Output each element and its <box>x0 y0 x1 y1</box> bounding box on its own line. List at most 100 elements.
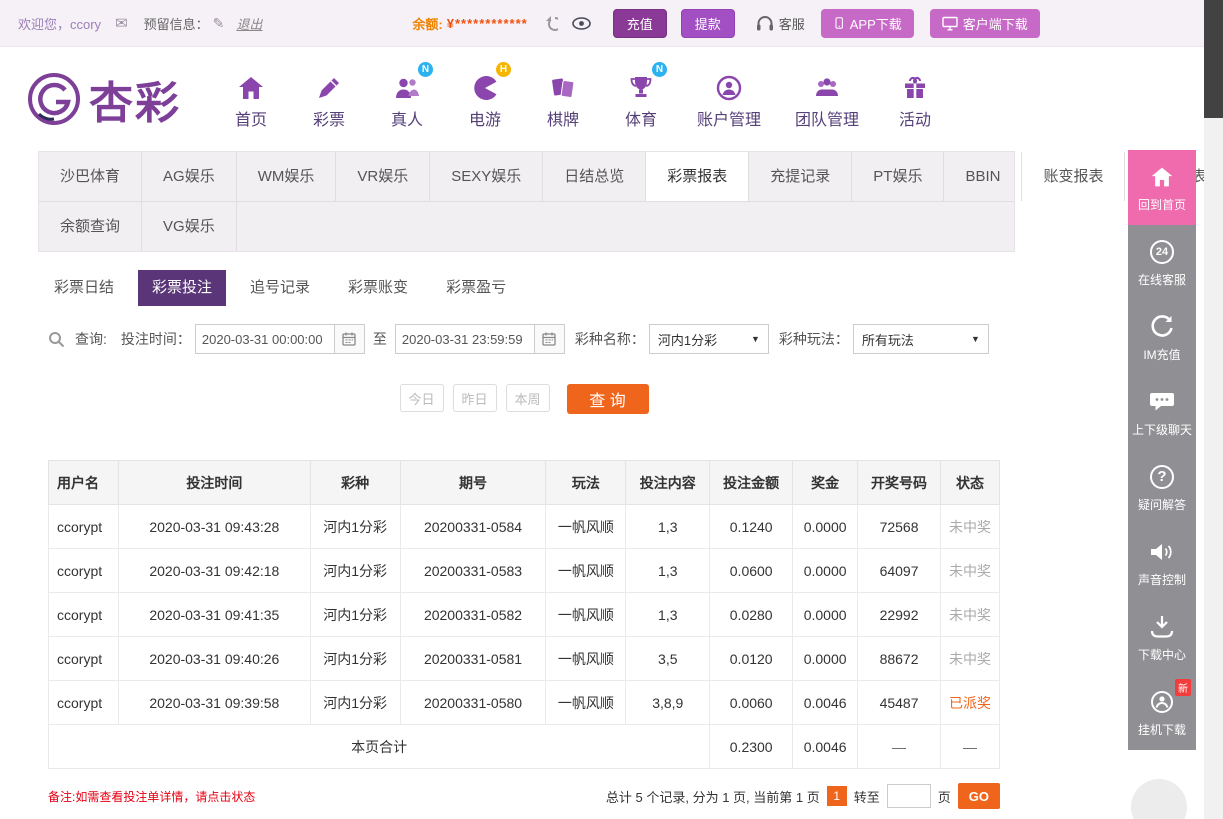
client-download-button[interactable]: 客户端下载 <box>929 8 1040 38</box>
nav-item-label: 体育 <box>624 112 657 129</box>
deposit-button[interactable]: 充值 <box>612 8 667 38</box>
subtab-lottery-account-change[interactable]: 彩票账变 <box>334 270 422 306</box>
lottery-select[interactable]: 河内1分彩 ▼ <box>648 324 769 354</box>
page-jump-input[interactable] <box>886 784 931 808</box>
cell-prize: 0.0000 <box>792 592 859 637</box>
reserved-info-label: 预留信息： <box>143 16 209 32</box>
sidebar-item-download-center[interactable]: 下载中心 <box>1128 600 1196 675</box>
this-week-button[interactable]: 本周 <box>505 384 550 412</box>
cell-status[interactable]: 未中奖 <box>940 548 1000 593</box>
nav-item-home[interactable]: 首页 <box>229 68 273 130</box>
cell-issue: 20200331-0583 <box>399 548 547 593</box>
go-button[interactable]: GO <box>957 783 1000 809</box>
summary-dash: — <box>857 724 942 769</box>
nav-item-team[interactable]: 团队管理 <box>795 68 859 130</box>
today-button[interactable]: 今日 <box>399 384 444 412</box>
edit-icon[interactable]: ✎ <box>213 15 225 32</box>
cell-bet-amount: 0.0600 <box>709 548 794 593</box>
cell-bet-amount: 0.0060 <box>709 680 794 725</box>
tab-daily-summary[interactable]: 日结总览 <box>543 152 647 201</box>
tab-balance-query[interactable]: 余额查询 <box>39 202 143 251</box>
tab-sexy[interactable]: SEXY娱乐 <box>430 152 544 201</box>
play-type-select[interactable]: 所有玩法 ▼ <box>852 324 989 354</box>
sidebar-item-label: 回到首页 <box>1137 197 1186 212</box>
sidebar-item-chat[interactable]: 上下级聊天 <box>1128 375 1196 450</box>
floating-widget <box>1131 779 1187 819</box>
nav-item-sports[interactable]: N 体育 <box>619 62 667 130</box>
yesterday-button[interactable]: 昨日 <box>452 384 497 412</box>
col-header-status: 状态 <box>940 460 1000 505</box>
scrollbar-track[interactable] <box>1204 0 1223 819</box>
cell-status[interactable]: 已派奖 <box>940 680 1000 725</box>
nav-item-live[interactable]: N 真人 <box>385 62 433 130</box>
tab-bbin[interactable]: BBIN <box>944 152 1023 201</box>
cell-play: 一帆风顺 <box>545 548 627 593</box>
tab-pt[interactable]: PT娱乐 <box>852 152 945 201</box>
cell-username: ccorypt <box>48 504 119 549</box>
cell-status[interactable]: 未中奖 <box>940 592 1000 637</box>
start-calendar-button[interactable] <box>334 324 365 354</box>
current-page-button[interactable]: 1 <box>826 786 847 806</box>
tab-shaba-sports[interactable]: 沙巴体育 <box>39 152 143 201</box>
cell-status[interactable]: 未中奖 <box>940 636 1000 681</box>
brand-logo[interactable]: 杏彩 <box>25 67 181 131</box>
balance-group: 余额: ¥************ <box>412 14 591 33</box>
search-button[interactable]: 查 询 <box>566 384 649 414</box>
show-balance-eye-icon[interactable] <box>571 16 591 30</box>
sidebar-item-label: 在线客服 <box>1137 272 1186 287</box>
end-time-input[interactable] <box>394 324 535 354</box>
summary-prize-total: 0.0046 <box>792 724 859 769</box>
tab-vr[interactable]: VR娱乐 <box>336 152 431 201</box>
question-icon-text: ? <box>1150 464 1174 489</box>
nav-item-egame[interactable]: H 电游 <box>463 62 511 130</box>
nav-item-promotions[interactable]: 活动 <box>893 68 937 130</box>
sidebar-item-label: 下载中心 <box>1137 647 1186 662</box>
tab-deposit-withdraw-records[interactable]: 充提记录 <box>749 152 853 201</box>
cell-prize: 0.0000 <box>792 548 859 593</box>
cell-username: ccorypt <box>48 680 119 725</box>
to-label: 至 <box>372 331 387 347</box>
start-time-input[interactable] <box>194 324 335 354</box>
sidebar-item-back-home[interactable]: 回到首页 <box>1128 150 1196 225</box>
subtab-chase-records[interactable]: 追号记录 <box>236 270 324 306</box>
tab-lottery-report[interactable]: 彩票报表 <box>646 152 750 201</box>
cell-issue: 20200331-0581 <box>399 636 547 681</box>
nav-item-account[interactable]: 账户管理 <box>697 68 761 130</box>
tab-ag[interactable]: AG娱乐 <box>142 152 237 201</box>
col-header-bet-content: 投注内容 <box>625 460 711 505</box>
subtab-lottery-bets[interactable]: 彩票投注 <box>138 270 227 306</box>
sidebar-item-sound[interactable]: 声音控制 <box>1128 525 1196 600</box>
customer-service-link[interactable]: 客服 <box>755 14 805 33</box>
sidebar-item-hangup-download[interactable]: 新 挂机下载 <box>1128 675 1196 750</box>
sidebar-item-faq[interactable]: ? 疑问解答 <box>1128 450 1196 525</box>
headset-icon <box>756 16 773 31</box>
page-unit-label: 页 <box>937 789 951 805</box>
nav-item-lottery[interactable]: 彩票 <box>307 68 351 130</box>
refresh-balance-icon[interactable] <box>542 15 558 31</box>
scrollbar-thumb[interactable] <box>1204 0 1223 118</box>
mail-icon[interactable]: ✉ <box>115 14 128 32</box>
end-calendar-button[interactable] <box>534 324 565 354</box>
cell-prize: 0.0046 <box>792 680 859 725</box>
cell-bet-content: 3,8,9 <box>625 680 711 725</box>
tab-wm[interactable]: WM娱乐 <box>237 152 337 201</box>
lottery-select-value: 河内1分彩 <box>657 332 718 348</box>
tab-vg[interactable]: VG娱乐 <box>142 202 237 251</box>
withdraw-button[interactable]: 提款 <box>680 8 735 38</box>
table-row: ccorypt 2020-03-31 09:42:18 河内1分彩 202003… <box>48 548 1000 593</box>
cell-bet-content: 1,3 <box>625 592 711 637</box>
tab-account-change-report[interactable]: 账变报表 <box>1022 152 1126 201</box>
subtab-lottery-daily[interactable]: 彩票日结 <box>40 270 128 306</box>
topbar: 欢迎您，ccory ✉ 预留信息： ✎ 退出 余额: ¥************… <box>0 0 1223 47</box>
sidebar-item-online-service[interactable]: 24 在线客服 <box>1128 225 1196 300</box>
cell-lottery: 河内1分彩 <box>309 680 401 725</box>
nav-item-boardgames[interactable]: 棋牌 <box>541 68 585 130</box>
logout-link[interactable]: 退出 <box>236 14 262 33</box>
cell-status[interactable]: 未中奖 <box>940 504 1000 549</box>
cell-bet-content: 1,3 <box>625 504 711 549</box>
app-download-button[interactable]: APP下载 <box>820 8 914 38</box>
chat-icon <box>1149 388 1175 416</box>
subtab-lottery-profit-loss[interactable]: 彩票盈亏 <box>432 270 520 306</box>
sidebar-item-im-recharge[interactable]: IM充值 <box>1128 300 1196 375</box>
play-type-select-value: 所有玩法 <box>861 332 914 348</box>
